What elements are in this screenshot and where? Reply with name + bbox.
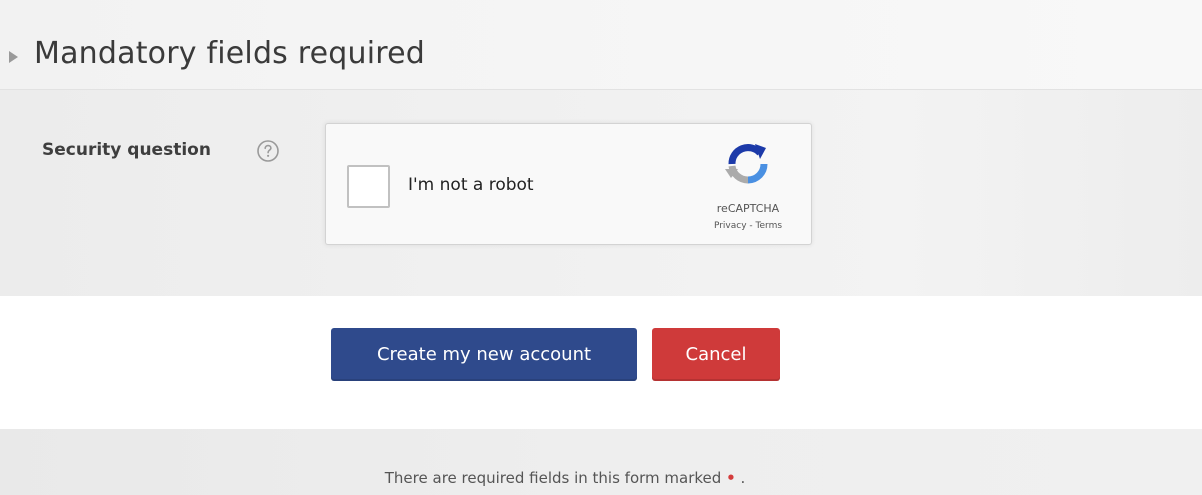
privacy-link[interactable]: Privacy — [714, 221, 747, 231]
required-fields-note: There are required fields in this form m… — [0, 469, 1130, 487]
recaptcha-logo-icon — [722, 138, 774, 190]
question-circle-icon[interactable] — [256, 139, 280, 163]
signup-form-page: Mandatory fields required Security quest… — [0, 0, 1202, 495]
collapse-triangle-icon[interactable] — [8, 50, 20, 64]
security-question-label: Security question — [42, 140, 211, 160]
form-footer: There are required fields in this form m… — [0, 429, 1202, 495]
links-separator: - — [746, 221, 756, 231]
not-a-robot-checkbox[interactable] — [347, 165, 390, 208]
not-a-robot-label: I'm not a robot — [408, 175, 534, 195]
fieldset-legend: Mandatory fields required — [0, 0, 1202, 90]
recaptcha-widget: I'm not a robot reCAPTCHA Privacy - Term… — [325, 123, 812, 245]
mandatory-fields-fieldset: Mandatory fields required Security quest… — [0, 0, 1202, 296]
required-note-end: . — [735, 469, 746, 487]
recaptcha-brand-text: reCAPTCHA — [716, 202, 780, 215]
cancel-button[interactable]: Cancel — [652, 328, 780, 381]
recaptcha-links: Privacy - Terms — [688, 221, 808, 231]
required-fields-text: There are required fields in this form m… — [384, 469, 722, 487]
fieldset-legend-title[interactable]: Mandatory fields required — [34, 36, 425, 71]
form-buttons: Create my new account Cancel — [0, 296, 1202, 429]
create-account-button[interactable]: Create my new account — [331, 328, 637, 381]
terms-link[interactable]: Terms — [756, 221, 783, 231]
required-marker-icon: • — [726, 469, 736, 487]
